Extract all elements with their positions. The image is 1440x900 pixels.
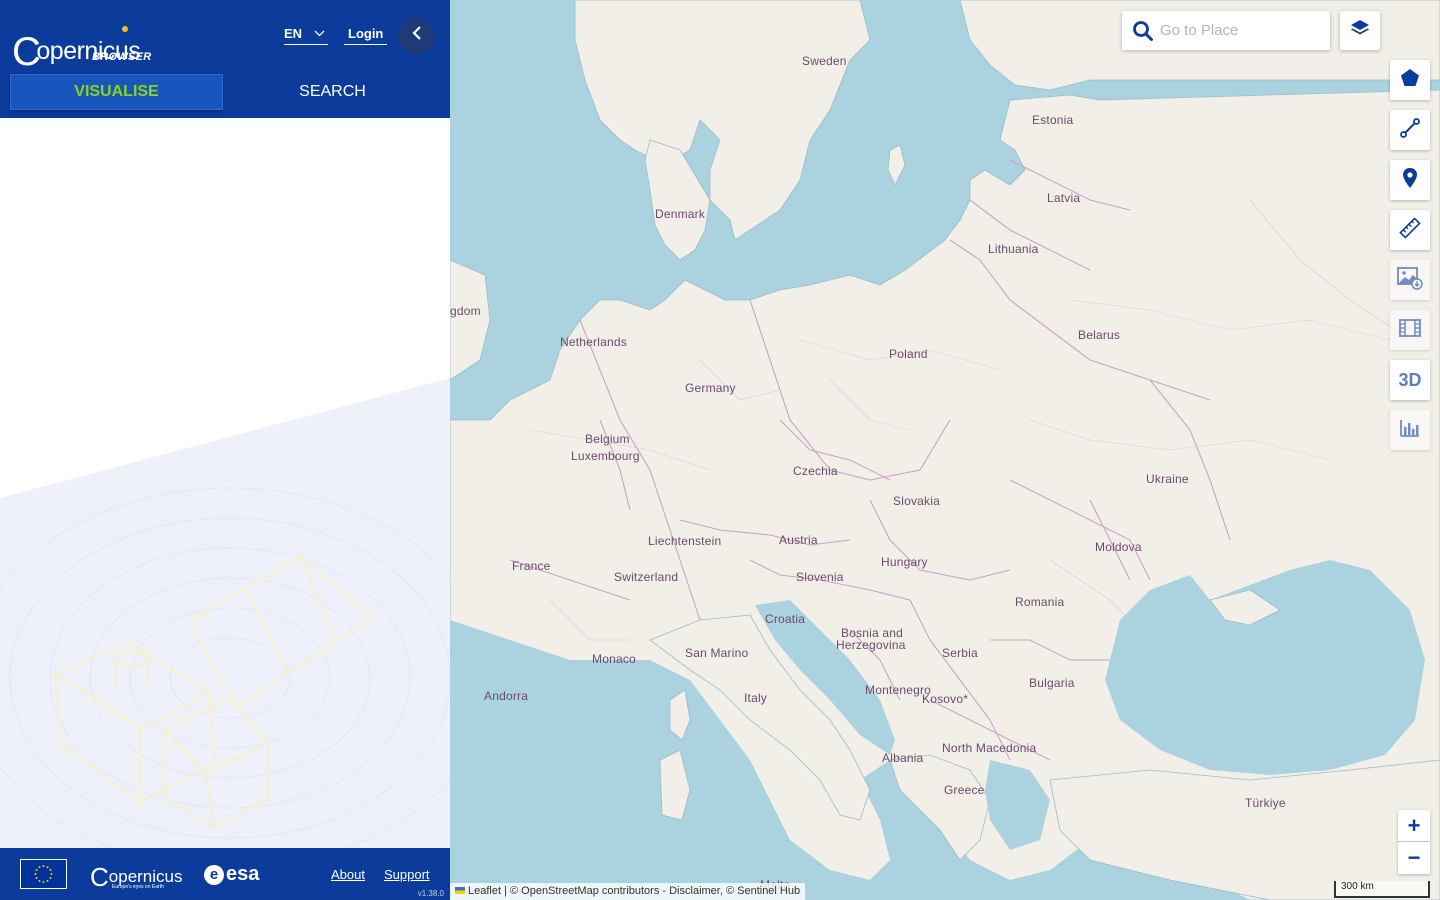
draw-line-button[interactable] <box>1390 110 1430 150</box>
map-label-latvia: Latvia <box>1047 191 1081 205</box>
copernicus-tagline: Europe's eyes on Earth <box>112 884 164 890</box>
line-icon <box>1399 117 1421 144</box>
sidebar: Copernicus BROWSER EN Login VISUALISE SE… <box>0 0 491 900</box>
version-label: v1.38.0 <box>417 889 444 898</box>
map-label-austria: Austria <box>779 533 818 547</box>
ukraine-flag-icon <box>455 887 465 894</box>
map-label-serbia: Serbia <box>942 646 978 660</box>
measure-button[interactable] <box>1390 210 1430 250</box>
about-link[interactable]: About <box>331 867 365 882</box>
sidebar-tabs: VISUALISE SEARCH <box>10 74 440 110</box>
language-selector[interactable]: EN <box>284 26 328 45</box>
3d-view-button[interactable]: 3D <box>1390 360 1430 400</box>
map-label-denmark: Denmark <box>655 207 706 221</box>
esa-symbol-icon: e <box>204 864 224 885</box>
logo-subtitle: BROWSER <box>92 51 152 63</box>
tab-visualise[interactable]: VISUALISE <box>10 74 223 110</box>
go-to-place-search[interactable] <box>1122 11 1330 50</box>
map-label-bulgaria: Bulgaria <box>1029 676 1075 690</box>
map-label-poland: Poland <box>889 347 928 361</box>
login-button[interactable]: Login <box>344 26 388 45</box>
map-label-estonia: Estonia <box>1032 113 1074 127</box>
map-label-romania: Romania <box>1015 595 1065 609</box>
eu-flag-logo[interactable] <box>20 859 67 889</box>
map-label-turkiye: Türkiye <box>1245 796 1286 810</box>
map-label-germany: Germany <box>685 381 736 395</box>
sidebar-background-illustration <box>0 118 491 869</box>
support-link[interactable]: Support <box>384 867 430 882</box>
map-label-andorra: Andorra <box>484 689 529 703</box>
film-icon <box>1399 318 1421 343</box>
location-pin-icon <box>1401 167 1419 194</box>
draw-polygon-button[interactable] <box>1390 60 1430 100</box>
sidebar-header: Copernicus BROWSER EN Login VISUALISE SE… <box>0 0 450 118</box>
map-scale: 300 km <box>1334 881 1430 898</box>
search-input[interactable] <box>1160 19 1320 41</box>
map-label-moldova: Moldova <box>1095 540 1142 554</box>
collapse-sidebar-button[interactable] <box>398 17 435 54</box>
place-marker-button[interactable] <box>1390 160 1430 200</box>
map-label-belgium: Belgium <box>585 432 630 446</box>
map-label-luxembourg: Luxembourg <box>571 449 640 463</box>
zoom-in-button[interactable]: + <box>1398 810 1430 842</box>
language-label: EN <box>284 26 303 41</box>
image-download-button[interactable] <box>1390 260 1430 300</box>
attribution-text[interactable]: Leaflet | © OpenStreetMap contributors -… <box>468 885 800 897</box>
zoom-out-button[interactable]: − <box>1398 842 1430 874</box>
map-label-slovakia: Slovakia <box>893 494 940 508</box>
map-label-kosovo: Kosovo* <box>922 692 969 706</box>
map-view[interactable]: Sweden Estonia Latvia Denmark Lithuania … <box>450 0 1440 900</box>
map-label-czechia: Czechia <box>793 464 838 478</box>
map-label-croatia: Croatia <box>765 612 806 626</box>
map-label-north-macedonia: North Macedonia <box>942 741 1037 755</box>
map-label-france: France <box>512 559 551 573</box>
esa-logo[interactable]: e esa <box>204 863 259 886</box>
map-label-hungary: Hungary <box>881 555 928 569</box>
map-label-albania: Albania <box>882 751 924 765</box>
image-download-icon <box>1397 266 1423 295</box>
map-label-liechtenstein: Liechtenstein <box>648 534 722 548</box>
layers-icon <box>1349 17 1371 44</box>
map-label-kingdom: gdom <box>450 304 481 318</box>
map-label-sweden: Sweden <box>802 54 847 68</box>
map-label-belarus: Belarus <box>1078 328 1121 342</box>
map-label-switzerland: Switzerland <box>614 570 679 584</box>
map-label-netherlands: Netherlands <box>560 335 627 349</box>
chevron-down-icon <box>314 26 325 43</box>
map-label-lithuania: Lithuania <box>988 242 1039 256</box>
tab-search[interactable]: SEARCH <box>226 74 439 110</box>
search-icon <box>1132 20 1154 47</box>
map-attribution: Leaflet | © OpenStreetMap contributors -… <box>450 883 806 900</box>
statistics-button[interactable] <box>1390 410 1430 450</box>
bar-chart-icon <box>1399 418 1421 443</box>
map-label-greece: Greece <box>944 783 985 797</box>
ruler-icon <box>1399 216 1421 244</box>
copernicus-logo[interactable]: Copernicus Europe's eyes on Earth <box>90 858 183 892</box>
map-label-slovenia: Slovenia <box>796 570 844 584</box>
pentagon-icon <box>1400 68 1420 93</box>
map-label-monaco: Monaco <box>592 652 636 666</box>
map-label-ukraine: Ukraine <box>1146 472 1189 486</box>
timelapse-button[interactable] <box>1390 310 1430 350</box>
layers-button[interactable] <box>1340 11 1380 50</box>
map-label-herzegovina: Herzegovina <box>836 638 906 652</box>
map-label-san-marino: San Marino <box>685 646 749 660</box>
chevron-left-icon <box>410 25 424 46</box>
map-label-italy: Italy <box>744 691 768 705</box>
sidebar-footer: Copernicus Europe's eyes on Earth e esa … <box>0 848 450 900</box>
copernicus-browser-logo[interactable]: Copernicus BROWSER <box>12 8 162 74</box>
